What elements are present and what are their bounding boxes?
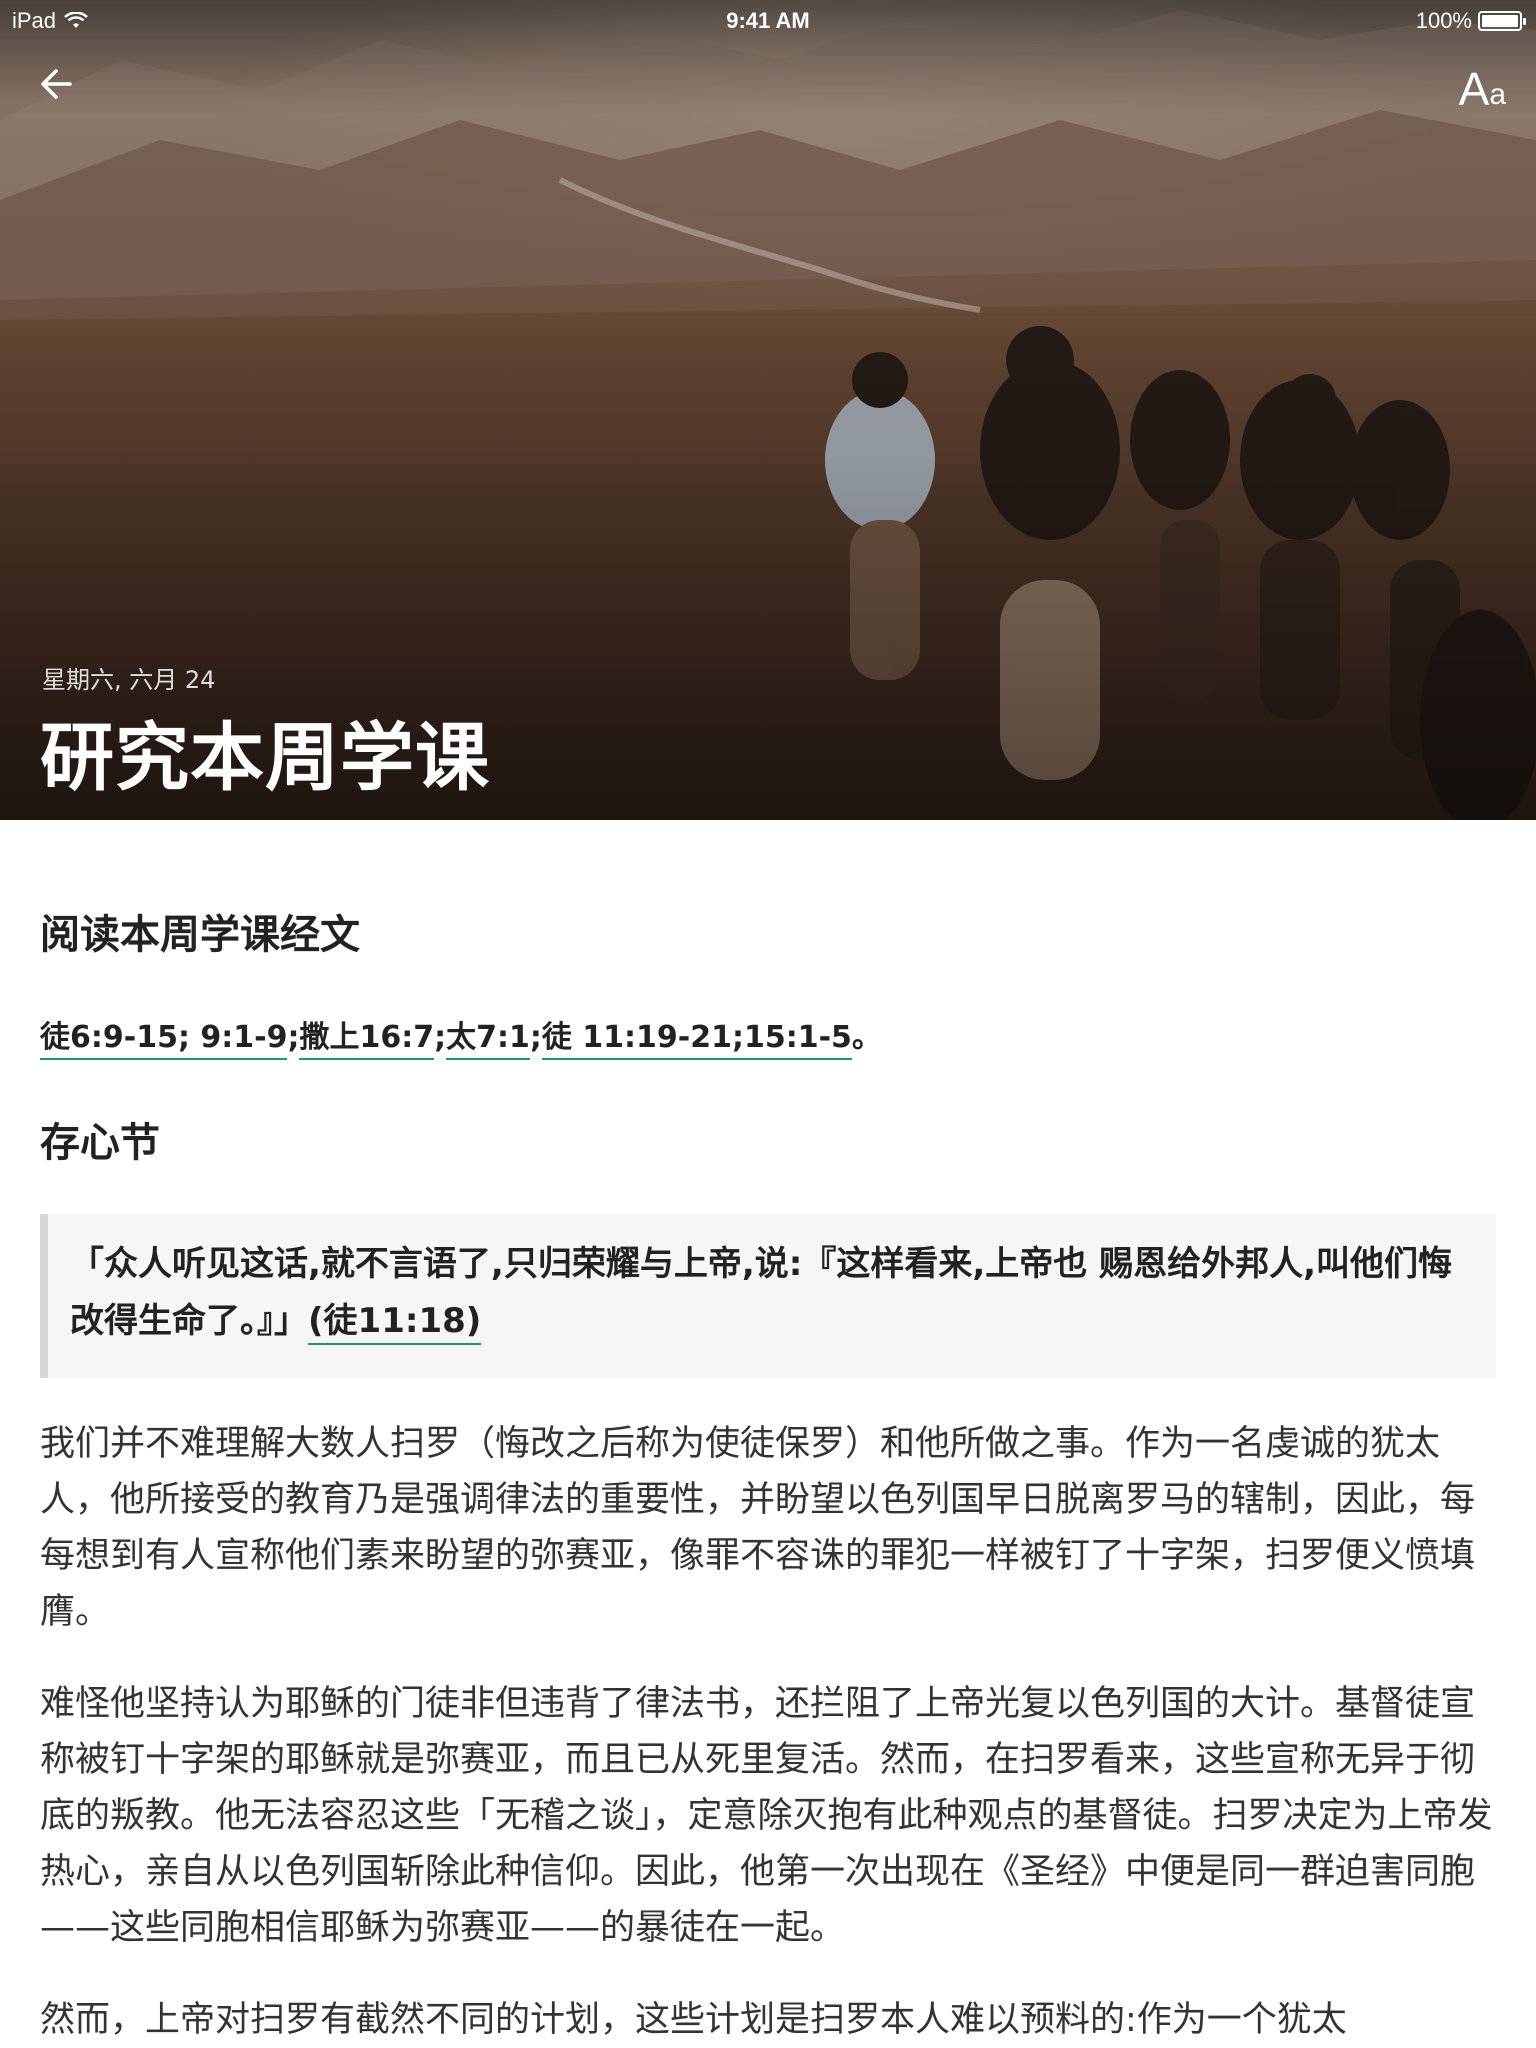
hero-gradient-overlay xyxy=(0,0,1536,820)
arrow-left-icon xyxy=(41,69,72,99)
scripture-references: 徒6:9-15; 9:1-9;撒上16:7;太7:1;徒 11:19-21;15… xyxy=(40,1012,1496,1060)
reading-heading: 阅读本周学课经文 xyxy=(40,912,360,958)
hero-image: iPad 9:41 AM 100% A a 星期六, 六月 24 研究本周学课 xyxy=(0,0,1536,820)
ref-separator: ; xyxy=(529,1020,542,1055)
page-title: 研究本周学课 xyxy=(40,715,490,801)
ref-separator: ; xyxy=(287,1020,300,1055)
body-paragraph: 我们并不难理解大数人扫罗（悔改之后称为使徒保罗）和他所做之事。作为一名虔诚的犹太… xyxy=(40,1424,1476,1632)
memory-verse-text: 「众人听见这话,就不言语了,只归荣耀与上帝,说:『这样看来,上帝也 赐恩给外邦人… xyxy=(70,1244,1453,1341)
status-time: 9:41 AM xyxy=(726,8,810,33)
font-size-icon-small: a xyxy=(1489,78,1506,111)
status-bar: iPad 9:41 AM 100% xyxy=(0,0,1536,40)
font-size-icon-large: A xyxy=(1458,63,1490,115)
battery-icon xyxy=(1478,11,1526,31)
scripture-link[interactable]: 徒 11:19-21;15:1-5 xyxy=(541,1012,852,1060)
memory-verse-heading: 存心节 xyxy=(40,1120,160,1166)
memory-verse-link[interactable]: (徒11:18) xyxy=(308,1299,482,1345)
ref-end: 。 xyxy=(851,1020,882,1055)
font-settings-button[interactable]: A a xyxy=(1459,56,1506,112)
ref-separator: ; xyxy=(434,1020,447,1055)
scripture-link[interactable]: 徒6:9-15; 9:1-9 xyxy=(40,1012,288,1060)
lesson-date: 星期六, 六月 24 xyxy=(42,666,216,694)
body-paragraph: 然而，上帝对扫罗有截然不同的计划，这些计划是扫罗本人难以预料的:作为一个犹太 xyxy=(40,2000,1347,2040)
memory-verse-blockquote: 「众人听见这话,就不言语了,只归荣耀与上帝,说:『这样看来,上帝也 赐恩给外邦人… xyxy=(40,1214,1496,1378)
battery-percent: 100% xyxy=(1415,8,1472,33)
lesson-content: 阅读本周学课经文 徒6:9-15; 9:1-9;撒上16:7;太7:1;徒 11… xyxy=(40,820,1496,2048)
back-button[interactable] xyxy=(28,56,84,112)
scripture-link[interactable]: 撒上16:7 xyxy=(299,1012,435,1060)
scripture-link[interactable]: 太7:1 xyxy=(446,1012,530,1060)
body-paragraph: 难怪他坚持认为耶稣的门徒非但违背了律法书，还拦阻了上帝光复以色列国的大计。基督徒… xyxy=(40,1684,1493,1948)
